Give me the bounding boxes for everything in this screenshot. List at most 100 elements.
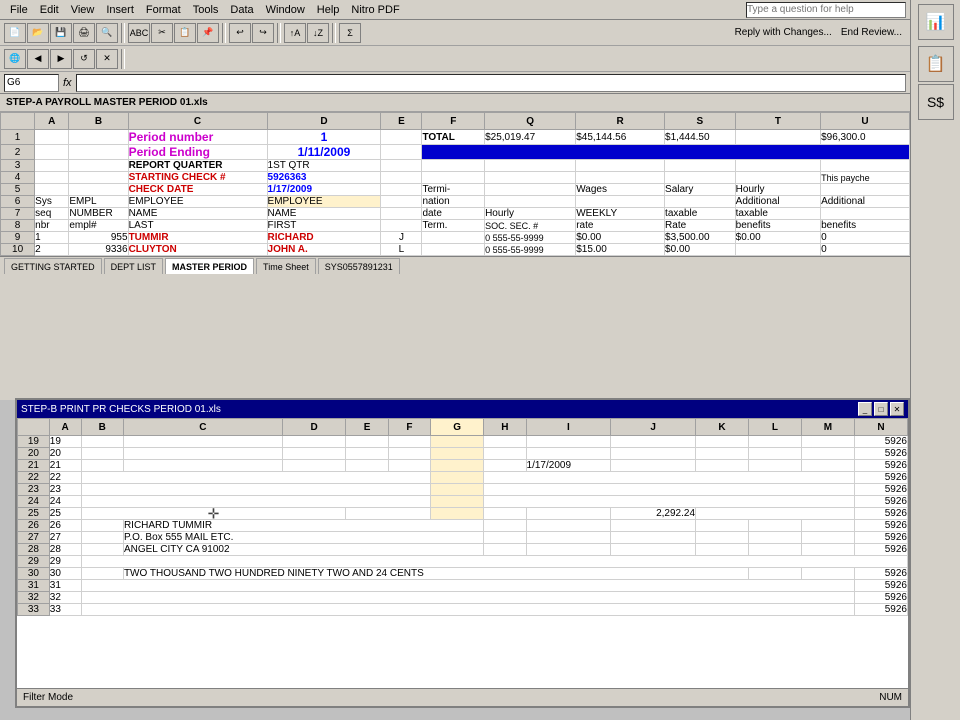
- help-search[interactable]: [746, 2, 906, 18]
- cell-e3[interactable]: [381, 160, 422, 172]
- cell-c9[interactable]: TUMMIR: [128, 232, 267, 244]
- col-header-r[interactable]: R: [576, 113, 665, 130]
- cell-u1[interactable]: $96,300.0: [821, 130, 910, 145]
- sort-desc-btn[interactable]: ↓Z: [307, 23, 329, 43]
- cell-r5[interactable]: Wages: [576, 184, 665, 196]
- end-review-btn[interactable]: End Review...: [837, 27, 906, 38]
- cell-d2[interactable]: 1/11/2009: [267, 145, 381, 160]
- cell-t7[interactable]: taxable: [735, 208, 820, 220]
- cell-s5[interactable]: Salary: [665, 184, 736, 196]
- cell-q6[interactable]: [485, 196, 576, 208]
- cell-q8[interactable]: SOC. SEC. #: [485, 220, 576, 232]
- col-header-b[interactable]: B: [69, 113, 128, 130]
- cell-e10[interactable]: L: [381, 244, 422, 256]
- cell-d9[interactable]: RICHARD: [267, 232, 381, 244]
- cell-c26[interactable]: RICHARD TUMMIR: [123, 520, 483, 532]
- minimize-btn[interactable]: _: [858, 402, 872, 416]
- cell-c1[interactable]: Period number: [128, 130, 267, 145]
- cell-s8[interactable]: Rate: [665, 220, 736, 232]
- cell-s3[interactable]: [665, 160, 736, 172]
- menu-nitropdf[interactable]: Nitro PDF: [345, 2, 405, 18]
- cell-u3[interactable]: [821, 160, 910, 172]
- cell-s6[interactable]: [665, 196, 736, 208]
- cell-t4[interactable]: [735, 172, 820, 184]
- cell-bot-k19[interactable]: [696, 436, 749, 448]
- cell-bot-f19[interactable]: [388, 436, 430, 448]
- col-header-s[interactable]: S: [665, 113, 736, 130]
- menu-view[interactable]: View: [65, 2, 101, 18]
- save-btn[interactable]: 💾: [50, 23, 72, 43]
- stop-btn[interactable]: ✕: [96, 49, 118, 69]
- cell-bot-m19[interactable]: [801, 436, 854, 448]
- cell-r4[interactable]: [576, 172, 665, 184]
- cell-t8[interactable]: benefits: [735, 220, 820, 232]
- cell-d3[interactable]: 1ST QTR: [267, 160, 381, 172]
- cell-f1[interactable]: TOTAL: [422, 130, 485, 145]
- bot-col-i[interactable]: I: [526, 419, 611, 436]
- cell-bot-h19[interactable]: [484, 436, 526, 448]
- redo-btn[interactable]: ↪: [252, 23, 274, 43]
- cell-f4[interactable]: [422, 172, 485, 184]
- cell-t5[interactable]: Hourly: [735, 184, 820, 196]
- name-box[interactable]: [4, 74, 59, 92]
- cell-f8[interactable]: Term.: [422, 220, 485, 232]
- bot-col-k[interactable]: K: [696, 419, 749, 436]
- cell-s1[interactable]: $1,444.50: [665, 130, 736, 145]
- cell-q5[interactable]: [485, 184, 576, 196]
- bot-col-h[interactable]: H: [484, 419, 526, 436]
- cell-q9[interactable]: 0 555-55-9999: [485, 232, 576, 244]
- cell-r8[interactable]: rate: [576, 220, 665, 232]
- cell-b4[interactable]: [69, 172, 128, 184]
- bot-col-j[interactable]: J: [611, 419, 696, 436]
- cell-c7[interactable]: NAME: [128, 208, 267, 220]
- cell-b6[interactable]: EMPL: [69, 196, 128, 208]
- cell-e5[interactable]: [381, 184, 422, 196]
- bot-col-g[interactable]: G: [431, 419, 484, 436]
- menu-insert[interactable]: Insert: [100, 2, 140, 18]
- menu-edit[interactable]: Edit: [34, 2, 65, 18]
- cell-i21[interactable]: 1/17/2009: [526, 460, 611, 472]
- close-btn[interactable]: ✕: [890, 402, 904, 416]
- sum-btn[interactable]: Σ: [339, 23, 361, 43]
- cell-bot-b19[interactable]: [81, 436, 123, 448]
- cell-u7[interactable]: [821, 208, 910, 220]
- cell-e1[interactable]: [381, 130, 422, 145]
- col-header-d[interactable]: D: [267, 113, 381, 130]
- cell-bot-n19[interactable]: 5926: [854, 436, 907, 448]
- menu-data[interactable]: Data: [224, 2, 259, 18]
- menu-format[interactable]: Format: [140, 2, 187, 18]
- cell-e4[interactable]: [381, 172, 422, 184]
- cell-f10[interactable]: [422, 244, 485, 256]
- cell-a5[interactable]: [35, 184, 69, 196]
- cell-bot-e19[interactable]: [346, 436, 388, 448]
- cell-f7[interactable]: date: [422, 208, 485, 220]
- sheet-tab-dept-list[interactable]: DEPT LIST: [104, 258, 163, 274]
- bot-col-c[interactable]: C: [123, 419, 282, 436]
- sheet-tab-time-sheet[interactable]: Time Sheet: [256, 258, 316, 274]
- cell-b9[interactable]: 955: [69, 232, 128, 244]
- cell-j25[interactable]: 2,292.24: [611, 508, 696, 520]
- cell-bot-i19[interactable]: [526, 436, 611, 448]
- cell-a1[interactable]: [35, 130, 69, 145]
- cell-b7[interactable]: NUMBER: [69, 208, 128, 220]
- cell-f5[interactable]: Termi-: [422, 184, 485, 196]
- cell-t3[interactable]: [735, 160, 820, 172]
- cell-bot-j19[interactable]: [611, 436, 696, 448]
- cell-a3[interactable]: [35, 160, 69, 172]
- cell-q1[interactable]: $25,019.47: [485, 130, 576, 145]
- cell-d5[interactable]: 1/17/2009: [267, 184, 381, 196]
- back-btn[interactable]: ◀: [27, 49, 49, 69]
- bot-col-e[interactable]: E: [346, 419, 388, 436]
- cell-c28[interactable]: ANGEL CITY CA 91002: [123, 544, 483, 556]
- col-header-e[interactable]: E: [381, 113, 422, 130]
- bot-col-n[interactable]: N: [854, 419, 907, 436]
- cell-b2[interactable]: [69, 145, 128, 160]
- cell-b5[interactable]: [69, 184, 128, 196]
- col-header-u[interactable]: U: [821, 113, 910, 130]
- cell-e7[interactable]: [381, 208, 422, 220]
- cell-c10[interactable]: CLUYTON: [128, 244, 267, 256]
- cell-d8[interactable]: FIRST: [267, 220, 381, 232]
- menu-tools[interactable]: Tools: [187, 2, 225, 18]
- cell-c6[interactable]: EMPLOYEE: [128, 196, 267, 208]
- col-header-f[interactable]: F: [422, 113, 485, 130]
